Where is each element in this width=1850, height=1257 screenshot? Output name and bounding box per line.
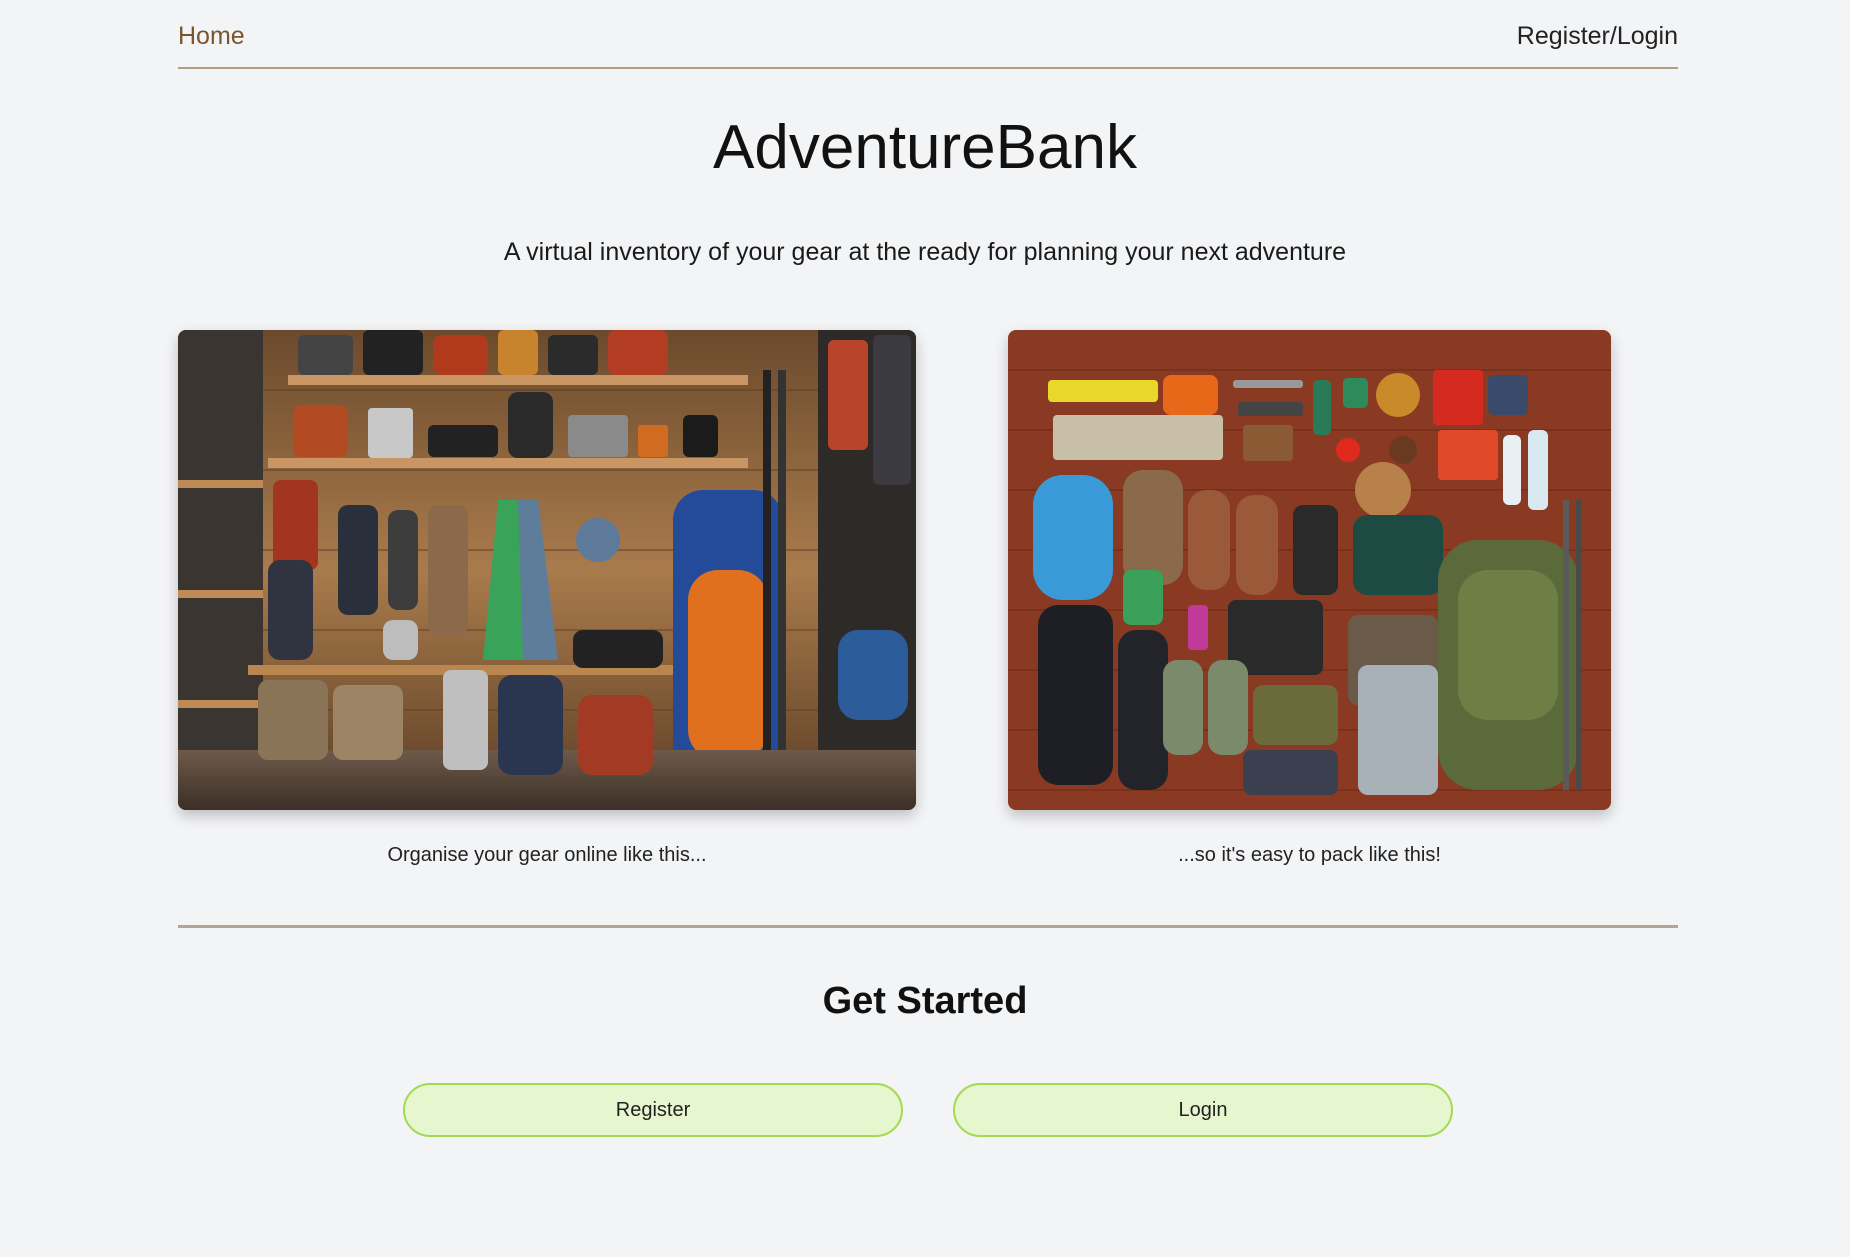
packing-flatlay-image [1008, 330, 1611, 810]
site-subtitle: A virtual inventory of your gear at the … [503, 238, 1347, 266]
packing-flatlay-figure: ...so it's easy to pack like this! [1008, 330, 1611, 867]
gear-storage-image [178, 330, 916, 810]
gear-storage-figure: Organise your gear online like this... [178, 330, 916, 867]
nav-register-login-link[interactable]: Register/Login [1517, 22, 1678, 51]
left-image-caption: Organise your gear online like this... [387, 844, 707, 866]
right-image-caption: ...so it's easy to pack like this! [1178, 844, 1441, 866]
register-button[interactable]: Register [403, 1083, 903, 1137]
section-divider [178, 925, 1678, 928]
page: Home Register/Login AdventureBank A virt… [0, 0, 1850, 1257]
nav-home-link[interactable]: Home [178, 22, 245, 51]
get-started-heading: Get Started [822, 980, 1028, 1022]
login-button[interactable]: Login [953, 1083, 1453, 1137]
site-title: AdventureBank [713, 113, 1137, 182]
top-nav: Home Register/Login [178, 0, 1678, 69]
